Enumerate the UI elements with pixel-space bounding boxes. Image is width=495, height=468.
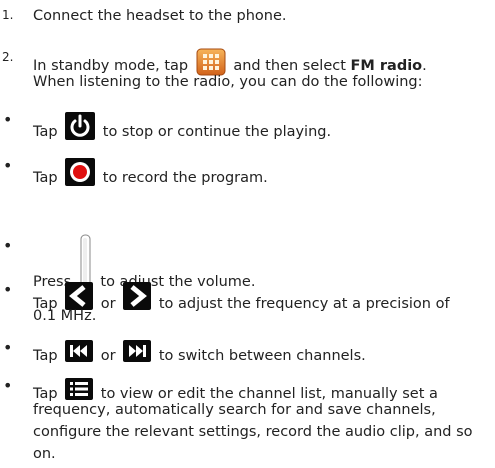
step-text: Connect the headset to the phone. bbox=[33, 8, 287, 24]
bullet-text-line3: configure the relevant settings, record … bbox=[33, 424, 473, 440]
bullet: • bbox=[3, 280, 13, 299]
bullet-text-line4: on. bbox=[33, 446, 56, 462]
step-text-line2: When listening to the radio, you can do … bbox=[33, 74, 423, 90]
step-number: 1. bbox=[2, 8, 14, 22]
bullet: • bbox=[3, 110, 13, 129]
bullet: • bbox=[3, 156, 13, 175]
bullet-text-line2: frequency, automatically search for and … bbox=[33, 402, 436, 418]
skip-previous-icon bbox=[65, 340, 94, 362]
chevron-right-icon bbox=[123, 282, 152, 310]
bullet: • bbox=[3, 236, 13, 255]
bullet: • bbox=[3, 338, 13, 357]
power-icon bbox=[65, 112, 96, 140]
list-icon bbox=[65, 378, 94, 400]
instruction-page: 1. Connect the headset to the phone. 2. … bbox=[2, 8, 473, 462]
step-number: 2. bbox=[2, 50, 14, 64]
skip-next-icon bbox=[123, 340, 152, 362]
bullet: • bbox=[3, 376, 13, 395]
bullet-text-line2: 0.1 MHz. bbox=[33, 308, 97, 324]
record-icon bbox=[65, 158, 96, 186]
